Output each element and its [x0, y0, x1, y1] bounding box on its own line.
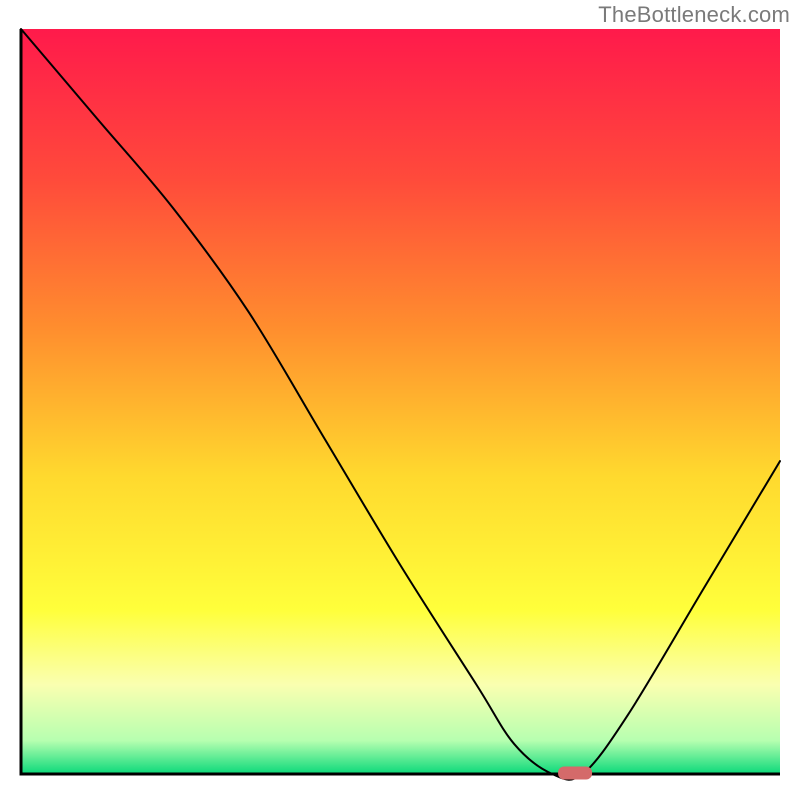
bottleneck-curve-plot	[0, 0, 800, 800]
plot-background	[21, 29, 780, 774]
chart-container: TheBottleneck.com	[0, 0, 800, 800]
watermark-text: TheBottleneck.com	[598, 2, 790, 28]
optimal-point-marker	[558, 767, 592, 780]
